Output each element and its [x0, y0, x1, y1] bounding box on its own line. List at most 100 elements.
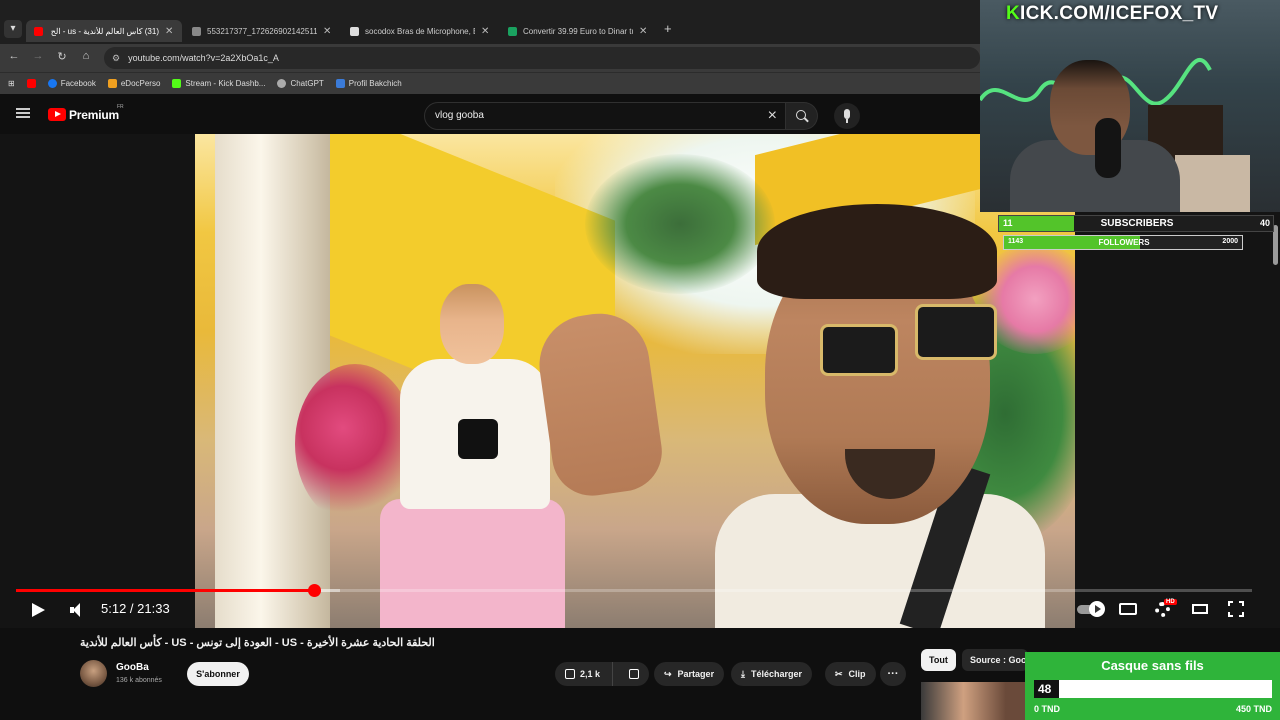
tab-image[interactable]: 553217377_1726269021425113 ✕: [184, 20, 340, 42]
tab-search-dropdown[interactable]: ▾: [4, 20, 22, 38]
edocperso-icon: [107, 79, 117, 88]
new-tab-button[interactable]: +: [664, 21, 672, 36]
subscribers-label: SUBSCRIBERS: [1100, 218, 1174, 229]
donation-goal-bar: 48: [1034, 680, 1272, 698]
bakchich-icon: [335, 79, 345, 88]
close-icon[interactable]: ✕: [481, 26, 489, 37]
bookmark-facebook[interactable]: Facebook: [47, 79, 96, 88]
bookmark-label: eDocPerso: [120, 79, 161, 88]
channel-url-text: ICK.COM/ICEFOX_TV: [1020, 3, 1219, 24]
tab-label: socodox Bras de Microphone, B: [365, 26, 475, 36]
more-actions-button[interactable]: ···: [880, 662, 906, 686]
time-display: 5:12 / 21:33: [101, 601, 170, 616]
theater-mode-button[interactable]: [1192, 600, 1208, 618]
dislike-button[interactable]: [619, 662, 649, 686]
bookmark-profil-bakchich[interactable]: Profil Bakchich: [335, 79, 402, 88]
related-video-thumbnail[interactable]: [921, 682, 1027, 720]
webcam-overlay: KICK.COM/ICEFOX_TV: [980, 0, 1280, 212]
settings-button[interactable]: HD: [1155, 599, 1179, 618]
like-button[interactable]: 2,1 k: [555, 662, 614, 686]
back-arrow-icon[interactable]: ←: [6, 50, 22, 62]
forward-arrow-icon[interactable]: →: [30, 50, 46, 62]
followers-target: 2000: [1222, 238, 1238, 245]
url-field[interactable]: ⚙ youtube.com/watch?v=2a2XbOa1c_A: [104, 47, 980, 69]
video-progress-bar[interactable]: [16, 584, 1252, 597]
progress-scrubber[interactable]: [307, 584, 321, 597]
download-button[interactable]: ⤓ Télécharger: [731, 662, 813, 686]
video-man-with-sunglasses: [695, 194, 1045, 628]
kick-logo-letter: K: [1006, 3, 1021, 24]
tab-label: 553217377_1726269021425113: [207, 26, 317, 36]
share-icon: ↪: [664, 668, 672, 679]
hd-badge: HD: [1164, 599, 1177, 605]
microphone-icon: [844, 109, 850, 123]
bookmark-label: Stream - Kick Dashb...: [185, 79, 266, 88]
search-icon: [796, 110, 806, 120]
site-info-icon[interactable]: ⚙: [112, 53, 120, 64]
globe-icon: [192, 26, 201, 36]
close-icon[interactable]: ✕: [165, 26, 173, 37]
clip-button[interactable]: ✂ Clip: [825, 662, 876, 686]
video-waitress: [380, 284, 565, 628]
video-frame[interactable]: [195, 134, 1075, 628]
donation-goal-widget: Casque sans fils 48 0 TND 450 TND: [1025, 652, 1280, 720]
fullscreen-icon: [1228, 601, 1233, 606]
avatar[interactable]: [80, 660, 107, 687]
tab-youtube[interactable]: (31) كأس العالم للأندية - us - الح ✕: [26, 20, 182, 42]
kick-icon: [172, 79, 182, 88]
menu-icon[interactable]: [16, 108, 30, 118]
chatgpt-icon: [277, 79, 287, 88]
thumbs-down-icon: [629, 669, 640, 679]
apps-grid-icon[interactable]: ⊞: [8, 79, 15, 88]
streamer: [1010, 60, 1180, 212]
play-icon[interactable]: [32, 603, 45, 617]
voice-search-button[interactable]: [834, 103, 860, 129]
fullscreen-button[interactable]: [1228, 600, 1244, 618]
subscribe-button[interactable]: S'abonner: [187, 662, 249, 686]
search-input[interactable]: vlog gooba ×: [424, 102, 786, 130]
donation-current: 48: [1038, 682, 1052, 696]
bookmark-label: Profil Bakchich: [348, 79, 402, 88]
reload-icon[interactable]: ↻: [54, 50, 70, 63]
scissors-icon: ✂: [835, 668, 843, 679]
chip-all[interactable]: Tout: [921, 649, 956, 671]
bookmarks-bar: ⊞ Facebook eDocPerso Stream - Kick Dashb…: [0, 72, 980, 94]
tab-converter[interactable]: Convertir 39.99 Euro to Dinar tu ✕: [500, 20, 656, 42]
address-bar-row: ← → ↻ ⌂ ⚙ youtube.com/watch?v=2a2XbOa1c_…: [0, 44, 980, 72]
close-icon[interactable]: ✕: [323, 26, 331, 37]
search-query: vlog gooba: [435, 110, 484, 121]
home-icon[interactable]: ⌂: [78, 50, 94, 62]
bookmark-label: ChatGPT: [290, 79, 324, 88]
volume-icon[interactable]: [70, 603, 86, 617]
channel-url-overlay: KICK.COM/ICEFOX_TV: [1006, 3, 1218, 25]
youtube-premium-wordmark[interactable]: Premium: [69, 108, 119, 122]
subscribers-target: 40: [1259, 218, 1270, 228]
chip-source[interactable]: Source : GooBa: [962, 649, 1028, 671]
bookmark-chatgpt[interactable]: ChatGPT: [277, 79, 324, 88]
tab-label: (31) كأس العالم للأندية - us - الح: [50, 26, 159, 36]
youtube-logo-icon[interactable]: [48, 108, 66, 121]
webcam-cabinet: [1175, 155, 1250, 212]
channel-name[interactable]: GooBa: [116, 662, 149, 673]
share-button[interactable]: ↪ Partager: [654, 662, 725, 686]
youtube-header: Premium FR vlog gooba ×: [0, 94, 980, 134]
search-button[interactable]: [786, 102, 818, 130]
clear-search-icon[interactable]: ×: [768, 107, 777, 125]
youtube-favicon-icon: [34, 26, 43, 36]
bookmark-edocperso[interactable]: eDocPerso: [107, 79, 161, 88]
theater-mode-icon: [1192, 604, 1208, 614]
bookmark-label: Facebook: [60, 79, 96, 88]
video-white-column: [215, 134, 330, 628]
video-title: الحلقة الحادية عشرة الأخيرة - US - العود…: [80, 637, 435, 649]
amazon-favicon-icon: [350, 26, 359, 36]
autoplay-play-icon: [1089, 601, 1105, 617]
tab-amazon[interactable]: socodox Bras de Microphone, B ✕: [342, 20, 498, 42]
close-icon[interactable]: ✕: [639, 26, 647, 37]
download-icon: ⤓: [741, 668, 745, 679]
bookmark-kick-dashboard[interactable]: Stream - Kick Dashb...: [172, 79, 265, 88]
subtitles-button[interactable]: [1119, 600, 1137, 618]
autoplay-toggle[interactable]: [1077, 600, 1105, 618]
bookmark-youtube[interactable]: [26, 79, 36, 88]
youtube-favicon-icon: [26, 79, 36, 88]
url-text: youtube.com/watch?v=2a2XbOa1c_A: [128, 53, 279, 63]
